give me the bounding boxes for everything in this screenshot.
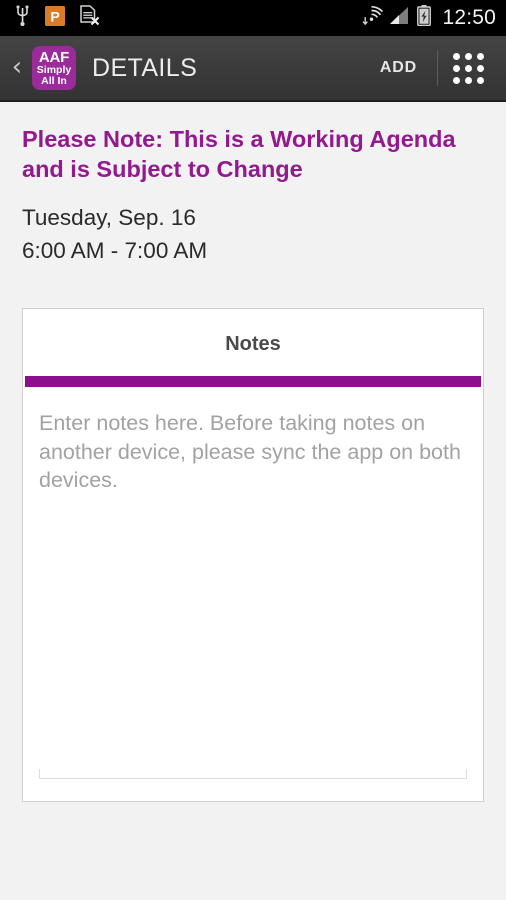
status-bar-right-icons: 12:50 bbox=[360, 5, 496, 31]
add-button[interactable]: ADD bbox=[362, 59, 435, 77]
notes-input-underline bbox=[39, 768, 467, 779]
back-chevron-icon[interactable]: ‹ bbox=[4, 54, 30, 82]
notes-accent-rule bbox=[25, 375, 481, 387]
grid-dot bbox=[476, 64, 484, 72]
grid-dot bbox=[452, 64, 460, 72]
grid-dot bbox=[452, 76, 460, 84]
action-bar-divider bbox=[437, 50, 438, 86]
battery-charging-icon bbox=[417, 5, 432, 31]
usb-icon bbox=[14, 5, 31, 31]
session-date: Tuesday, Sep. 16 bbox=[22, 204, 196, 230]
notes-input-area[interactable]: Enter notes here. Before taking notes on… bbox=[23, 387, 483, 801]
grid-dot bbox=[452, 52, 460, 60]
cellular-signal-icon bbox=[390, 6, 410, 31]
grid-dot bbox=[476, 52, 484, 60]
working-agenda-notice: Please Note: This is a Working Agenda an… bbox=[22, 126, 456, 183]
wifi-icon bbox=[360, 5, 384, 31]
app-logo-line-1: AAF bbox=[38, 48, 70, 66]
app-logo[interactable]: AAF Simply All In bbox=[32, 46, 76, 90]
grid-dot bbox=[464, 52, 472, 60]
action-bar: ‹ AAF Simply All In DETAILS ADD bbox=[0, 36, 506, 102]
detail-content: Please Note: This is a Working Agenda an… bbox=[0, 102, 506, 802]
notes-card: Notes Enter notes here. Before taking no… bbox=[22, 307, 484, 802]
grid-dot bbox=[476, 76, 484, 84]
status-bar-left-icons: P bbox=[14, 5, 100, 31]
app-notification-icon: P bbox=[45, 5, 65, 31]
session-time-range: 6:00 AM - 7:00 AM bbox=[22, 237, 208, 263]
notes-placeholder-text: Enter notes here. Before taking notes on… bbox=[39, 410, 461, 493]
status-bar: P 12:50 bbox=[0, 0, 506, 36]
grid-dot bbox=[464, 76, 472, 84]
svg-text:P: P bbox=[50, 8, 59, 24]
sim-card-missing-icon bbox=[79, 5, 100, 31]
status-bar-clock: 12:50 bbox=[442, 6, 496, 29]
notes-card-header: Notes bbox=[225, 332, 281, 355]
app-logo-line-3: All In bbox=[41, 74, 67, 87]
grid-dot bbox=[464, 64, 472, 72]
apps-grid-dots bbox=[452, 52, 484, 84]
apps-grid-icon[interactable] bbox=[440, 48, 496, 88]
page-title: DETAILS bbox=[92, 53, 198, 82]
